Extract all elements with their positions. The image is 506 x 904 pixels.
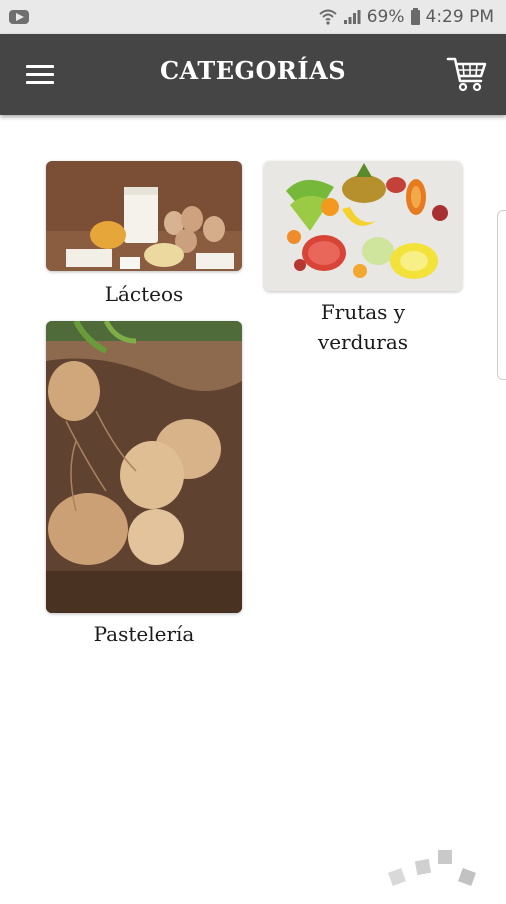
- category-card-pasteleria[interactable]: Pastelería: [46, 321, 242, 651]
- battery-icon: [410, 7, 420, 25]
- app-header: CATEGORÍAS: [0, 34, 506, 115]
- category-label: Pastelería: [93, 622, 195, 646]
- category-label: Frutas y verduras: [317, 300, 409, 354]
- signal-icon: [343, 9, 361, 25]
- loading-spinner-icon: [380, 840, 490, 900]
- category-label: Lácteos: [104, 282, 184, 306]
- shopping-cart-icon[interactable]: [446, 54, 488, 94]
- category-card-lacteos[interactable]: Lácteos: [46, 161, 242, 311]
- clock: 4:29 PM: [425, 7, 495, 27]
- potatoes-image: [46, 321, 242, 613]
- battery-percent: 69%: [366, 7, 405, 27]
- status-bar: 69% 4:29 PM: [0, 0, 506, 34]
- page-title: CATEGORÍAS: [159, 56, 347, 85]
- drawer-handle[interactable]: [497, 210, 506, 380]
- dairy-image: [46, 161, 242, 271]
- category-card-frutas-verduras[interactable]: Frutas y verduras: [264, 161, 462, 361]
- wifi-icon: [319, 9, 337, 25]
- youtube-notification-icon: [9, 10, 29, 24]
- status-indicators: 69% 4:29 PM: [319, 6, 494, 28]
- fruits-image: [264, 161, 462, 291]
